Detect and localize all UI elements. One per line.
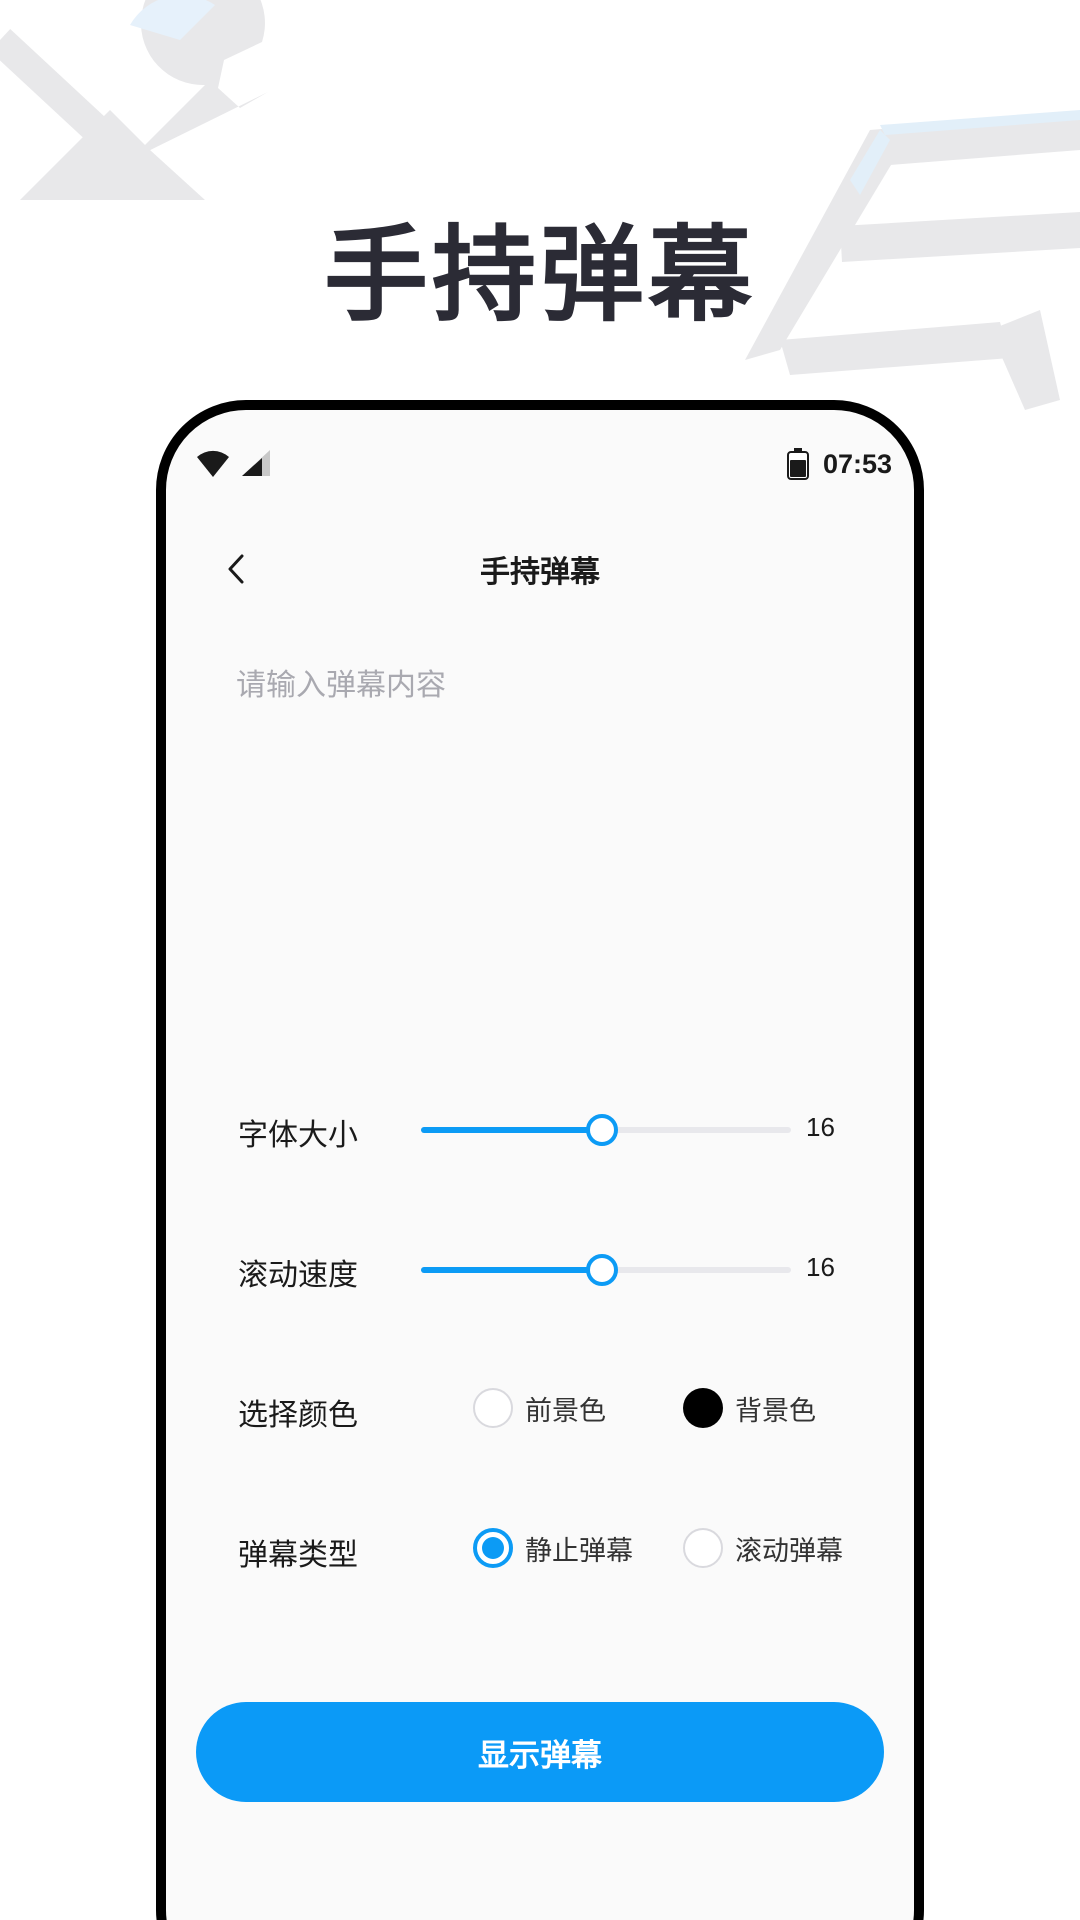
battery-icon	[786, 448, 809, 480]
type-label: 弹幕类型	[238, 1538, 358, 1573]
promo-screen: 手持弹幕 07:53 手持弹幕 请输入弹幕内容 字体大小 16 滚动速度 16 …	[0, 0, 1080, 1920]
background-color-swatch	[683, 1388, 723, 1428]
scroll-speed-row: 滚动速度 16	[166, 1230, 914, 1310]
font-size-value: 16	[806, 1112, 835, 1142]
static-danmaku-label: 静止弹幕	[525, 1535, 633, 1567]
font-size-row: 字体大小 16	[166, 1090, 914, 1170]
static-danmaku-radio[interactable]: 静止弹幕	[473, 1528, 633, 1568]
show-danmaku-button[interactable]: 显示弹幕	[196, 1702, 884, 1802]
nav-bar: 手持弹幕	[166, 525, 914, 615]
scroll-speed-value: 16	[806, 1252, 835, 1282]
radio-unselected	[683, 1528, 723, 1568]
slider-thumb[interactable]	[586, 1114, 619, 1146]
status-time: 07:53	[822, 448, 892, 479]
signal-icon	[242, 450, 270, 476]
wifi-icon	[197, 450, 229, 477]
wrench-icon	[0, 0, 268, 200]
foreground-color-label: 前景色	[525, 1395, 606, 1427]
page-title: 手持弹幕	[480, 555, 600, 590]
show-danmaku-label: 显示弹幕	[478, 1737, 602, 1774]
danmaku-text-input[interactable]	[236, 660, 846, 1030]
foreground-color-swatch	[473, 1388, 513, 1428]
scroll-speed-slider[interactable]	[421, 1254, 791, 1286]
slider-thumb[interactable]	[586, 1254, 619, 1286]
font-size-label: 字体大小	[238, 1118, 358, 1153]
slider-fill	[421, 1127, 603, 1133]
font-size-slider[interactable]	[421, 1114, 791, 1146]
radio-dot	[482, 1537, 504, 1559]
background-color-option[interactable]: 背景色	[683, 1388, 816, 1428]
type-row: 弹幕类型 静止弹幕 滚动弹幕	[166, 1510, 914, 1590]
radio-selected	[473, 1528, 513, 1568]
phone-frame: 07:53 手持弹幕 字体大小 16 滚动速度	[156, 400, 924, 1920]
scroll-danmaku-radio[interactable]: 滚动弹幕	[683, 1528, 843, 1568]
slider-fill	[421, 1267, 603, 1273]
promo-title: 手持弹幕	[323, 214, 756, 336]
status-left-icons	[196, 448, 272, 478]
foreground-color-option[interactable]: 前景色	[473, 1388, 606, 1428]
color-label: 选择颜色	[238, 1398, 358, 1433]
color-row: 选择颜色 前景色 背景色	[166, 1370, 914, 1450]
background-color-label: 背景色	[735, 1395, 816, 1427]
status-right: 07:53	[786, 448, 892, 480]
status-bar: 07:53	[166, 410, 914, 530]
scroll-danmaku-label: 滚动弹幕	[735, 1535, 843, 1567]
scroll-speed-label: 滚动速度	[238, 1258, 358, 1293]
